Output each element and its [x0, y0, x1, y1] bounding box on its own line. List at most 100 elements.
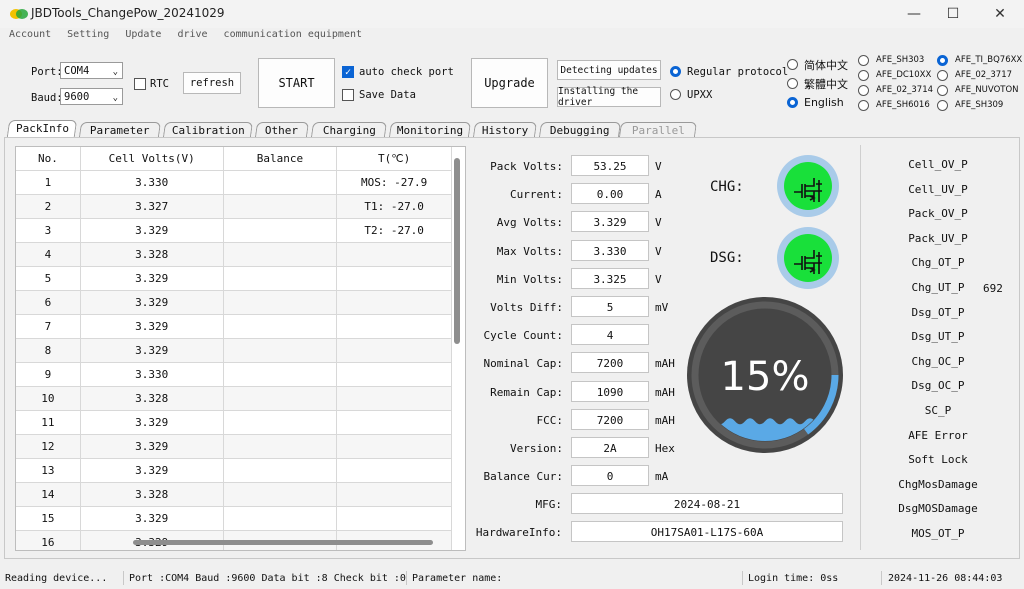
menu-drive[interactable]: drive [168, 28, 214, 45]
volts-diff-unit: mV [655, 301, 669, 314]
chevron-down-icon: ⌄ [112, 67, 118, 77]
menu-communication-equipment[interactable]: communication equipment [215, 28, 369, 45]
afe-02-3714-radio[interactable] [858, 85, 869, 96]
table-row[interactable]: 11 3.329 [16, 410, 452, 435]
tab-debugging[interactable]: Debugging [538, 122, 622, 137]
temperature [336, 242, 452, 267]
rtc-checkbox[interactable] [134, 78, 146, 90]
table-row[interactable]: 13 3.329 [16, 458, 452, 483]
temperature [336, 458, 452, 483]
afe-dc10xx-radio[interactable] [858, 70, 869, 81]
dsg-mos-icon[interactable] [776, 226, 840, 290]
menu-update[interactable]: Update [116, 28, 168, 45]
tab-history[interactable]: History [472, 122, 538, 137]
temperature [336, 266, 452, 291]
menu-account[interactable]: Account [0, 28, 58, 45]
status-port-info: Port :COM4 Baud :9600 Data bit :8 Check … [129, 573, 406, 584]
table-row[interactable]: 3 3.329 T2: -27.0 [16, 218, 452, 243]
table-header-row: No. Cell Volts(V) Balance T(℃) [16, 147, 452, 171]
language-english-radio[interactable] [787, 97, 798, 108]
fcc-unit: mAH [655, 413, 675, 427]
close-button[interactable]: ✕ [978, 0, 1022, 28]
maximize-button[interactable]: ☐ [931, 0, 975, 28]
table-row[interactable]: 9 3.330 [16, 362, 452, 387]
tab-packinfo[interactable]: PackInfo [6, 120, 78, 137]
table-row[interactable]: 5 3.329 [16, 266, 452, 291]
baud-select[interactable]: 9600 ⌄ [60, 88, 123, 105]
cell-number: 8 [16, 338, 81, 363]
cell-volts: 3.330 [80, 362, 224, 387]
save-data-checkbox[interactable] [342, 89, 354, 101]
table-row[interactable]: 6 3.329 [16, 290, 452, 315]
chg-ut-value: 692 [983, 282, 1003, 295]
afe-02-3717-radio[interactable] [937, 70, 948, 81]
protocol-regular-radio[interactable] [670, 66, 681, 77]
afe-nuvoton-label: AFE_NUVOTON [955, 85, 1019, 95]
detecting-updates-button[interactable]: Detecting updates [557, 60, 661, 80]
table-row[interactable]: 8 3.329 [16, 338, 452, 363]
afe-ti-bq76xx-radio[interactable] [937, 55, 948, 66]
status-dsg-ot-p: Dsg_OT_P [911, 305, 965, 319]
hardware-info-label: HardwareInfo: [475, 526, 562, 539]
tab-other[interactable]: Other [254, 122, 310, 137]
table-horizontal-scrollbar[interactable] [133, 540, 433, 545]
cell-number: 16 [16, 530, 81, 550]
tab-calibration[interactable]: Calibration [162, 122, 254, 137]
cell-volts: 3.330 [80, 170, 224, 195]
table-row[interactable]: 1 3.330 MOS: -27.9 [16, 170, 452, 195]
start-button[interactable]: START [258, 58, 335, 108]
auto-check-port-checkbox[interactable]: ✓ [342, 66, 354, 78]
protocol-upxx-radio[interactable] [670, 89, 681, 100]
table-row[interactable]: 14 3.328 [16, 482, 452, 507]
chg-mos-icon[interactable] [776, 154, 840, 218]
table-row[interactable]: 7 3.329 [16, 314, 452, 339]
tab-parameter[interactable]: Parameter [78, 122, 162, 137]
afe-dc10xx-label: AFE_DC10XX [876, 70, 932, 80]
nominal-cap-label: Nominal Cap: [483, 357, 563, 371]
cell-number: 3 [16, 218, 81, 243]
tab-monitoring[interactable]: Monitoring [388, 122, 472, 137]
status-separator [881, 571, 882, 585]
status-separator [742, 571, 743, 585]
cycle-count-value: 4 [571, 324, 649, 346]
tab-charging[interactable]: Charging [310, 122, 388, 137]
app-logo-icon [10, 9, 28, 19]
language-simplified-chinese-radio[interactable] [787, 59, 798, 70]
temperature [336, 434, 452, 459]
afe-sh309-radio[interactable] [937, 100, 948, 111]
port-select[interactable]: COM4 ⌄ [60, 62, 123, 79]
afe-sh303-radio[interactable] [858, 55, 869, 66]
cell-number: 2 [16, 194, 81, 219]
status-bar: Reading device... Port :COM4 Baud :9600 … [0, 568, 1024, 589]
refresh-button[interactable]: refresh [183, 72, 241, 94]
table-row[interactable]: 12 3.329 [16, 434, 452, 459]
cell-volts: 3.327 [80, 194, 224, 219]
cell-balance [223, 290, 338, 315]
status-parameter-name: Parameter name: [412, 573, 503, 584]
afe-nuvoton-radio[interactable] [937, 85, 948, 96]
status-chg-ot-p: Chg_OT_P [911, 256, 965, 270]
cell-number: 14 [16, 482, 81, 507]
table-row[interactable]: 15 3.329 [16, 506, 452, 531]
table-row[interactable]: 2 3.327 T1: -27.0 [16, 194, 452, 219]
tab-label: History [481, 124, 529, 137]
status-chgmosdamage: ChgMosDamage [898, 477, 978, 491]
menu-setting[interactable]: Setting [58, 28, 116, 45]
language-traditional-chinese-label: 繁體中文 [804, 78, 848, 91]
minimize-button[interactable]: — [892, 0, 936, 28]
tab-label: PackInfo [15, 122, 69, 135]
table-row[interactable]: 10 3.328 [16, 386, 452, 411]
table-row[interactable]: 4 3.328 [16, 242, 452, 267]
nominal-cap-unit: mAH [655, 357, 675, 371]
status-afe-error: AFE Error [908, 428, 968, 442]
afe-sh6016-radio[interactable] [858, 100, 869, 111]
table-vertical-scrollbar[interactable] [454, 158, 460, 344]
tab-parallel[interactable]: Parallel [618, 122, 698, 137]
language-traditional-chinese-radio[interactable] [787, 78, 798, 89]
cell-volts: 3.329 [80, 290, 224, 315]
cell-number: 11 [16, 410, 81, 435]
installing-driver-button[interactable]: Installing the driver [557, 86, 661, 108]
fcc-label: FCC: [536, 413, 564, 427]
status-cell-ov-p: Cell_OV_P [908, 158, 968, 171]
upgrade-button[interactable]: Upgrade [471, 58, 548, 108]
